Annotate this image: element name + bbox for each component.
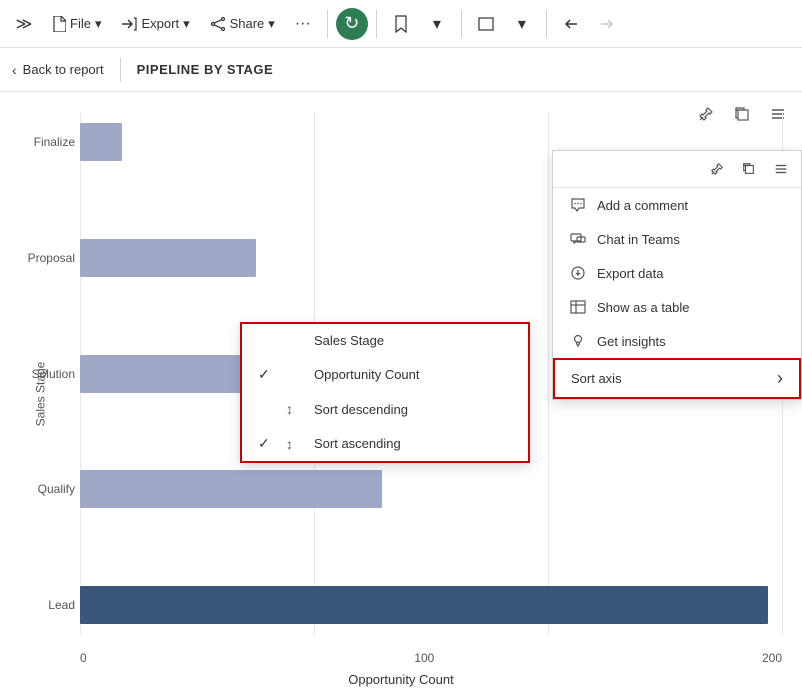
more-icon: ···	[295, 15, 311, 33]
bar-solution	[80, 355, 263, 393]
opportunity-count-label: Opportunity Count	[314, 367, 420, 382]
export-data-label: Export data	[597, 266, 664, 281]
row-label-lead: Lead	[10, 598, 75, 612]
toolbar-divider-2	[376, 10, 377, 38]
menu-item-sales-stage[interactable]: Sales Stage	[242, 324, 528, 357]
subheader: ‹ Back to report PIPELINE BY STAGE	[0, 48, 802, 92]
back-button[interactable]: ‹ Back to report	[12, 62, 104, 78]
forward-toolbar-button[interactable]	[591, 8, 623, 40]
subheader-divider	[120, 58, 121, 82]
share-icon	[210, 17, 226, 31]
row-label-proposal: Proposal	[10, 251, 75, 265]
toolbar-divider-3	[461, 10, 462, 38]
more-button[interactable]: ···	[287, 8, 319, 40]
menu-copy-button[interactable]	[737, 157, 761, 181]
file-button[interactable]: File ▾	[44, 12, 109, 36]
layout-chevron-icon: ▾	[518, 14, 526, 34]
table-row: Lead	[80, 575, 782, 635]
page-title: PIPELINE BY STAGE	[137, 62, 274, 77]
menu-pin-icon	[710, 162, 724, 176]
sort-asc-icon: ↕	[286, 436, 304, 452]
x-axis: 0 100 200	[80, 651, 782, 665]
layout-icon	[478, 17, 494, 31]
check-opportunity-count: ✓	[258, 366, 276, 383]
export-chevron-icon: ▾	[183, 16, 190, 32]
menu-copy-icon	[742, 162, 756, 176]
menu-item-sort-axis[interactable]: Sort axis ›	[553, 358, 801, 399]
bar-qualify	[80, 470, 382, 508]
menu-item-show-table[interactable]: Show as a table	[553, 290, 801, 324]
toolbar: ≫ File ▾ Export ▾ Share ▾ ··· ↻ ▾ ▾	[0, 0, 802, 48]
back-label: Back to report	[23, 62, 104, 77]
bookmark-icon	[394, 15, 408, 33]
toolbar-divider-4	[546, 10, 547, 38]
file-icon	[52, 16, 66, 32]
get-insights-label: Get insights	[597, 334, 666, 349]
context-menu-header	[553, 151, 801, 188]
export-icon	[121, 17, 137, 31]
bookmark-chevron-button[interactable]: ▾	[421, 8, 453, 40]
show-table-label: Show as a table	[597, 300, 690, 315]
chevron-right-icon: ›	[777, 368, 783, 389]
expand-icon: ≫	[16, 14, 33, 34]
main-content: Sales Stage Finalize Proposal Solution Q…	[0, 92, 802, 695]
bar-lead	[80, 586, 768, 624]
menu-item-add-comment[interactable]: Add a comment	[553, 188, 801, 222]
back-toolbar-icon	[563, 17, 579, 31]
chat-teams-icon	[569, 230, 587, 248]
sort-desc-icon: ↕	[286, 401, 304, 417]
share-label: Share	[230, 16, 265, 31]
check-sort-asc: ✓	[258, 435, 276, 452]
x-tick-0: 0	[80, 651, 87, 665]
export-label: Export	[141, 16, 179, 31]
menu-item-sort-descending[interactable]: ↕ Sort descending	[242, 392, 528, 426]
sort-ascending-label: Sort ascending	[314, 436, 401, 451]
add-comment-label: Add a comment	[597, 198, 688, 213]
x-tick-100: 100	[414, 651, 434, 665]
expand-button[interactable]: ≫	[8, 8, 40, 40]
menu-more-icon	[774, 162, 788, 176]
menu-item-opportunity-count[interactable]: ✓ Opportunity Count	[242, 357, 528, 392]
context-menu-right: Add a comment Chat in Teams Export data …	[552, 150, 802, 400]
x-axis-title: Opportunity Count	[0, 672, 802, 687]
layout-chevron-button[interactable]: ▾	[506, 8, 538, 40]
file-chevron-icon: ▾	[95, 16, 102, 32]
bookmark-chevron-icon: ▾	[433, 14, 441, 34]
forward-toolbar-icon	[599, 17, 615, 31]
sort-submenu: Sales Stage ✓ Opportunity Count ↕ Sort d…	[240, 322, 530, 463]
refresh-icon: ↻	[344, 13, 359, 34]
chat-teams-label: Chat in Teams	[597, 232, 680, 247]
bar-finalize	[80, 123, 122, 161]
menu-item-chat-teams[interactable]: Chat in Teams	[553, 222, 801, 256]
share-button[interactable]: Share ▾	[202, 12, 283, 36]
menu-pin-button[interactable]	[705, 157, 729, 181]
refresh-button[interactable]: ↻	[336, 8, 368, 40]
menu-item-sort-ascending[interactable]: ✓ ↕ Sort ascending	[242, 426, 528, 461]
sales-stage-label: Sales Stage	[314, 333, 384, 348]
bookmark-button[interactable]	[385, 8, 417, 40]
menu-more-button[interactable]	[769, 157, 793, 181]
x-tick-200: 200	[762, 651, 782, 665]
sort-axis-label: Sort axis	[571, 371, 622, 386]
bar-proposal	[80, 239, 256, 277]
back-toolbar-button[interactable]	[555, 8, 587, 40]
layout-button[interactable]	[470, 8, 502, 40]
file-label: File	[70, 16, 91, 31]
row-label-qualify: Qualify	[10, 482, 75, 496]
row-label-finalize: Finalize	[10, 135, 75, 149]
export-data-icon	[569, 264, 587, 282]
add-comment-icon	[569, 196, 587, 214]
menu-item-get-insights[interactable]: Get insights	[553, 324, 801, 358]
get-insights-icon	[569, 332, 587, 350]
export-button[interactable]: Export ▾	[113, 12, 197, 36]
share-chevron-icon: ▾	[268, 16, 275, 32]
toolbar-divider-1	[327, 10, 328, 38]
table-row: Qualify	[80, 459, 782, 519]
menu-item-export-data[interactable]: Export data	[553, 256, 801, 290]
back-chevron-icon: ‹	[12, 62, 17, 78]
row-label-solution: Solution	[10, 367, 75, 381]
sort-descending-label: Sort descending	[314, 402, 408, 417]
show-table-icon	[569, 298, 587, 316]
